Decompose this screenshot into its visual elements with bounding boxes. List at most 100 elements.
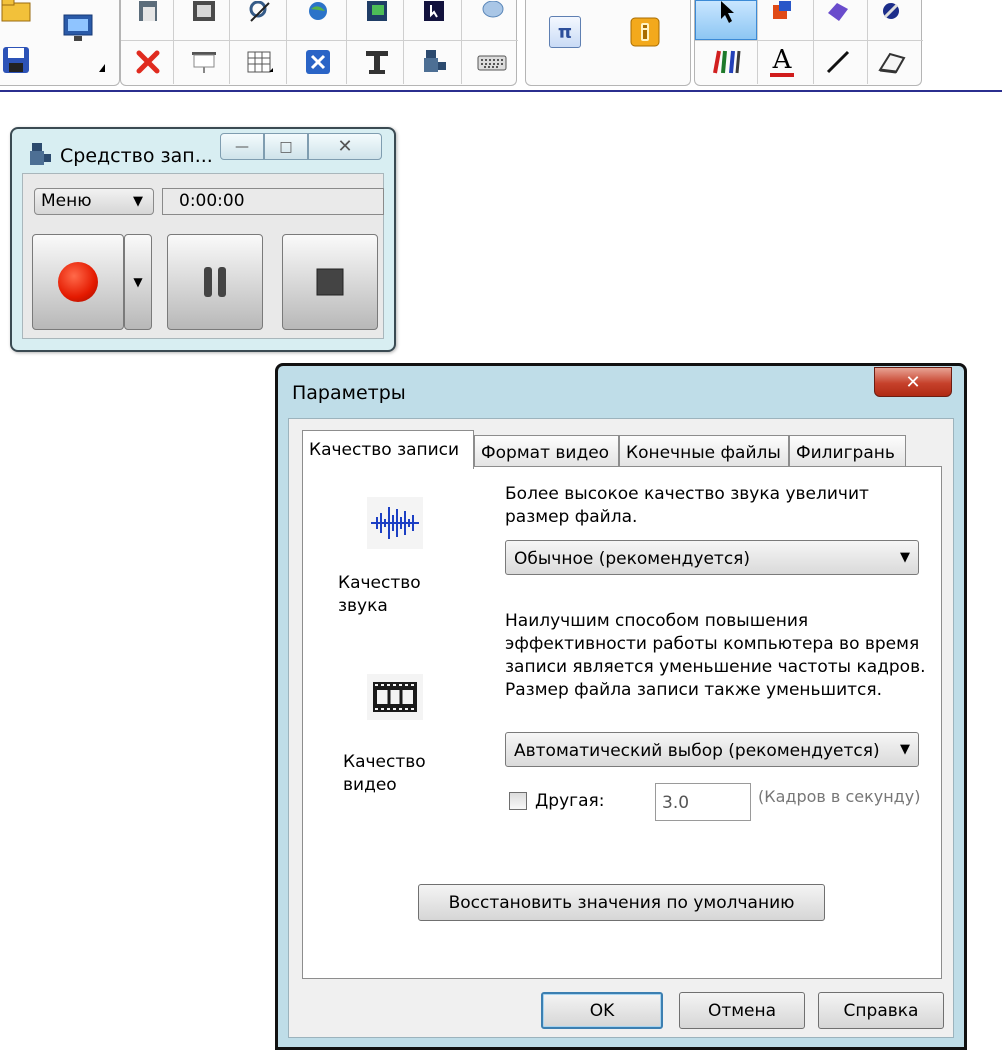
transform-icon[interactable]: [239, 0, 281, 32]
chevron-down-icon: ▼: [900, 550, 910, 565]
video-quality-label-line2: видео: [343, 775, 397, 795]
media-icon[interactable]: [356, 0, 398, 32]
close-icon: ✕: [905, 371, 921, 393]
display-options-button[interactable]: [57, 8, 99, 48]
stop-button[interactable]: [282, 234, 378, 330]
video-hint-line1: Наилучшим способом повышения: [505, 611, 809, 631]
restore-defaults-button[interactable]: Восстановить значения по умолчанию: [418, 884, 825, 921]
tab-label: Формат видео: [481, 443, 610, 463]
video-hint-line4: Размер файла записи также уменьшится.: [505, 680, 883, 700]
camera-icon: [30, 143, 51, 165]
audio-quality-value: Обычное (рекомендуется): [514, 549, 751, 569]
recording-quality-panel: Качество звука Более высокое качество зв…: [302, 466, 942, 979]
cursor-page-icon[interactable]: [413, 0, 455, 32]
maximize-icon: □: [279, 138, 293, 155]
record-icon: [58, 262, 98, 302]
audio-quality-select[interactable]: Обычное (рекомендуется) ▼: [505, 540, 919, 575]
recorder-close-button[interactable]: ✕: [308, 133, 382, 160]
video-hint-line3: записи является уменьшение частоты кадро…: [505, 657, 926, 677]
menu-label: Меню: [41, 191, 92, 211]
line-tool-icon[interactable]: [817, 42, 859, 82]
eraser-icon[interactable]: [871, 42, 913, 82]
toolbar-group-slides: [120, 0, 518, 86]
magic-pen-icon[interactable]: [871, 0, 913, 32]
fps-input[interactable]: 3.0: [655, 783, 751, 821]
screen-capture-icon[interactable]: [183, 0, 225, 32]
recorder-window[interactable]: Средство зап... — □ ✕ Меню ▼ 0:00:00 ▼: [10, 127, 396, 352]
film-strip-icon: [367, 674, 423, 720]
toolbar-group-drawing: A: [694, 0, 923, 86]
audio-quality-label-line1: Качество: [338, 573, 421, 593]
restore-defaults-label: Восстановить значения по умолчанию: [448, 892, 795, 913]
help-button[interactable]: Справка: [818, 992, 944, 1029]
elapsed-time: 0:00:00: [162, 188, 384, 215]
open-folder-button[interactable]: [0, 0, 37, 30]
recorder-title: Средство зап...: [60, 145, 213, 167]
text-glyph: A: [772, 45, 792, 75]
audio-hint-line1: Более высокое качество звука увеличит: [505, 484, 869, 504]
display-dropdown-icon[interactable]: [99, 64, 105, 72]
tab-video-format[interactable]: Формат видео: [474, 435, 619, 467]
video-hint-line2: эффективности работы компьютера во время: [505, 634, 920, 654]
video-quality-select[interactable]: Автоматический выбор (рекомендуется) ▼: [505, 732, 919, 767]
audio-quality-label-line2: звука: [338, 596, 388, 616]
globe-icon[interactable]: [297, 0, 339, 32]
save-button[interactable]: [0, 40, 37, 80]
text-tool-icon[interactable]: [356, 42, 398, 82]
info-button[interactable]: [624, 12, 666, 52]
tab-label: Филигрань: [796, 443, 895, 463]
pause-icon: [204, 267, 226, 297]
help-label: Справка: [843, 1000, 919, 1021]
ok-label: OK: [589, 1000, 615, 1021]
paste-slide-icon[interactable]: [127, 0, 169, 32]
cancel-label: Отмена: [707, 1000, 777, 1021]
pi-icon: π: [549, 16, 581, 48]
math-tools-button[interactable]: π: [544, 12, 586, 52]
dialog-title: Параметры: [292, 382, 406, 404]
tab-recording-quality[interactable]: Качество записи: [302, 430, 474, 469]
parameters-dialog[interactable]: Параметры ✕ Качество записи Формат видео…: [275, 363, 967, 1050]
chevron-down-icon: ▼: [900, 742, 910, 757]
tab-output-files[interactable]: Конечные файлы: [619, 435, 789, 467]
recorder-menu-dropdown[interactable]: Меню ▼: [34, 188, 154, 215]
record-options-button[interactable]: ▼: [124, 234, 152, 330]
tab-label: Конечные файлы: [626, 443, 781, 463]
minimize-icon: —: [235, 138, 249, 155]
tab-label: Качество записи: [309, 440, 460, 460]
record-button[interactable]: [32, 234, 124, 330]
toolbar-group-file: [0, 0, 120, 86]
other-fps-label: Другая:: [535, 791, 605, 811]
callout-icon[interactable]: [471, 0, 513, 32]
audio-hint-line2: размер файла.: [505, 507, 638, 527]
toolbar-group-math: π: [525, 0, 691, 86]
chevron-down-icon: ▼: [133, 275, 143, 289]
sound-wave-icon: [367, 497, 423, 549]
other-fps-checkbox[interactable]: [509, 792, 527, 810]
close-icon: ✕: [337, 136, 353, 157]
chevron-down-icon: ▼: [133, 194, 143, 209]
pens-icon[interactable]: [705, 42, 747, 82]
text-color-icon[interactable]: A: [761, 42, 803, 82]
recorder-icon[interactable]: [413, 42, 455, 82]
dialog-close-button[interactable]: ✕: [874, 367, 952, 397]
screen-shade-icon[interactable]: [183, 42, 225, 82]
main-toolbar: π A: [0, 0, 1002, 92]
cancel-button[interactable]: Отмена: [679, 992, 805, 1029]
fps-unit-label: (Кадров в секунду): [758, 787, 921, 806]
stop-icon: [316, 268, 344, 296]
delete-icon[interactable]: [127, 42, 169, 82]
info-icon: [630, 17, 660, 47]
video-quality-value: Автоматический выбор (рекомендуется): [514, 741, 880, 761]
pause-button[interactable]: [167, 234, 263, 330]
select-arrow-icon[interactable]: [705, 0, 747, 32]
recorder-window-controls: — □ ✕: [220, 133, 382, 160]
fill-icon[interactable]: [817, 0, 859, 32]
maximize-button[interactable]: □: [264, 133, 308, 160]
ok-button[interactable]: OK: [541, 992, 663, 1029]
keyboard-icon[interactable]: [471, 42, 513, 82]
table-icon[interactable]: [239, 42, 281, 82]
tab-watermark[interactable]: Филигрань: [789, 435, 906, 467]
minimize-button[interactable]: —: [220, 133, 264, 160]
spotlight-icon[interactable]: [297, 42, 339, 82]
shapes-icon[interactable]: [761, 0, 803, 32]
